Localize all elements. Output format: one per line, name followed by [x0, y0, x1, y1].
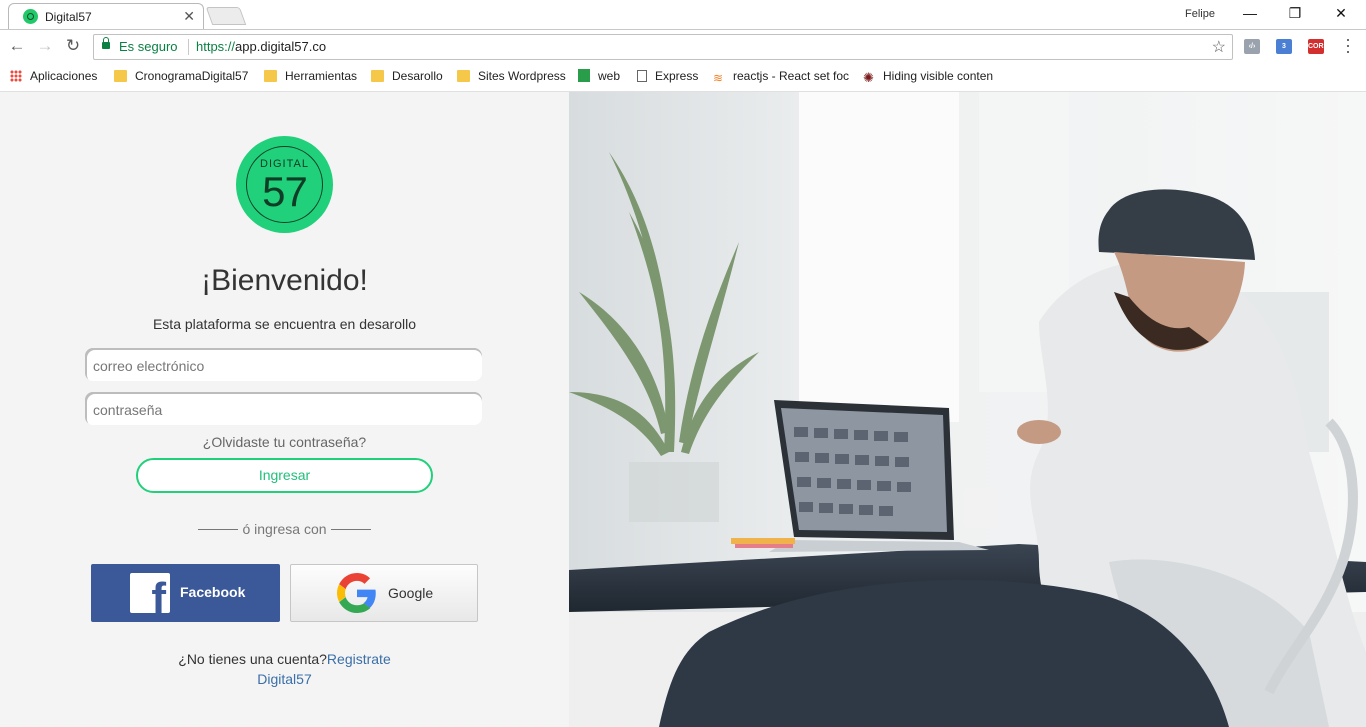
bookmark-web[interactable]: web: [578, 69, 620, 83]
tab-title: Digital57: [45, 10, 92, 24]
browser-menu-icon[interactable]: · · ·: [1345, 30, 1351, 60]
spreadsheet-icon: [578, 69, 590, 82]
close-tab-icon[interactable]: ✕: [183, 8, 195, 25]
gear-icon: ✺: [863, 70, 874, 85]
address-bar[interactable]: Es seguro https://app.digital57.co ☆: [93, 34, 1233, 60]
document-icon: [637, 70, 647, 82]
badge-extension-icon[interactable]: 3: [1276, 39, 1292, 54]
minimize-icon[interactable]: —: [1235, 5, 1265, 21]
facebook-label: Facebook: [180, 584, 246, 600]
code-extension-icon[interactable]: ‹/›: [1244, 39, 1260, 54]
url-scheme: https://: [196, 39, 236, 54]
lock-icon: [102, 37, 110, 49]
no-account-text: ¿No tienes una cuenta?: [178, 651, 327, 667]
register-link[interactable]: Registrate: [327, 651, 391, 667]
google-label: Google: [388, 585, 434, 601]
google-login-button[interactable]: Google: [290, 564, 478, 622]
bookmarks-bar: Aplicaciones CronogramaDigital57 Herrami…: [0, 63, 1366, 92]
bookmark-label: CronogramaDigital57: [135, 69, 249, 83]
email-field[interactable]: [85, 348, 482, 381]
stackoverflow-icon: ≋: [713, 71, 724, 85]
browser-tab[interactable]: Digital57 ✕: [8, 3, 204, 29]
bookmark-herramientas[interactable]: Herramientas: [264, 69, 357, 83]
hero-photo: [569, 92, 1366, 727]
back-arrow-icon[interactable]: ←: [7, 36, 27, 56]
register-link-brand[interactable]: Digital57: [257, 671, 311, 687]
omnibox-separator: [188, 39, 189, 55]
digital57-favicon-icon: [23, 9, 38, 24]
google-icon: [337, 573, 376, 613]
bookmark-desarollo[interactable]: Desarollo: [371, 69, 443, 83]
facebook-login-button[interactable]: f Facebook: [91, 564, 280, 622]
folder-icon: [114, 70, 127, 82]
bookmark-label: Aplicaciones: [30, 69, 98, 83]
divider-line: [330, 529, 371, 530]
bookmark-aplicaciones[interactable]: Aplicaciones: [10, 69, 97, 83]
social-divider: ó ingresa con: [0, 521, 569, 537]
password-field[interactable]: [85, 392, 482, 425]
bookmark-sites-wordpress[interactable]: Sites Wordpress: [457, 69, 566, 83]
new-tab-button[interactable]: [205, 7, 247, 25]
tab-strip: Digital57 ✕ Felipe — ❐ ✕: [0, 0, 1366, 30]
close-window-icon[interactable]: ✕: [1326, 5, 1356, 22]
bookmark-label: reactjs - React set foc: [733, 69, 850, 83]
url-host: app.digital57.co: [235, 39, 327, 54]
bookmark-star-icon[interactable]: ☆: [1212, 37, 1226, 57]
cors-extension-icon[interactable]: CORS: [1308, 39, 1328, 54]
bookmark-label: Express: [655, 69, 699, 83]
login-button[interactable]: Ingresar: [136, 458, 433, 493]
bookmark-label: web: [598, 69, 621, 83]
bookmark-label: Hiding visible conten: [883, 69, 994, 83]
bookmark-express[interactable]: Express: [637, 69, 698, 83]
folder-icon: [371, 70, 384, 82]
restore-icon[interactable]: ❐: [1280, 5, 1310, 22]
page-title: ¡Bienvenido!: [201, 264, 368, 297]
bookmark-reactjs[interactable]: ≋ reactjs - React set foc: [713, 69, 849, 84]
logo-number: 57: [262, 168, 308, 215]
forgot-password-link[interactable]: ¿Olvidaste tu contraseña?: [0, 434, 569, 450]
browser-toolbar: ← → ↻ Es seguro https://app.digital57.co…: [0, 30, 1366, 63]
apps-grid-icon: [10, 70, 22, 82]
page-subtitle: Esta plataforma se encuentra en desaroll…: [152, 316, 417, 332]
forward-arrow-icon[interactable]: →: [35, 36, 55, 56]
url-text[interactable]: https://app.digital57.co: [196, 39, 326, 54]
bookmark-label: Sites Wordpress: [478, 69, 566, 83]
divider-line: [198, 529, 239, 530]
folder-icon: [264, 70, 277, 82]
facebook-icon: f: [130, 573, 170, 613]
security-indicator[interactable]: Es seguro: [119, 39, 178, 54]
profile-name[interactable]: Felipe: [1185, 8, 1215, 20]
workspace-illustration: [569, 92, 1366, 727]
register-prompt: ¿No tienes una cuenta?Registrate Digital…: [0, 649, 569, 689]
login-panel: DIGITAL 57 ¡Bienvenido! Esta plataforma …: [0, 92, 569, 727]
bookmark-label: Herramientas: [285, 69, 358, 83]
divider-label: ó ingresa con: [242, 521, 327, 537]
bookmark-cronograma[interactable]: CronogramaDigital57: [114, 69, 248, 83]
bookmark-label: Desarollo: [392, 69, 443, 83]
folder-icon: [457, 70, 470, 82]
digital57-logo: DIGITAL 57: [236, 136, 333, 233]
reload-icon[interactable]: ↻: [63, 36, 83, 56]
bookmark-hiding-visible[interactable]: ✺ Hiding visible conten: [863, 69, 993, 84]
